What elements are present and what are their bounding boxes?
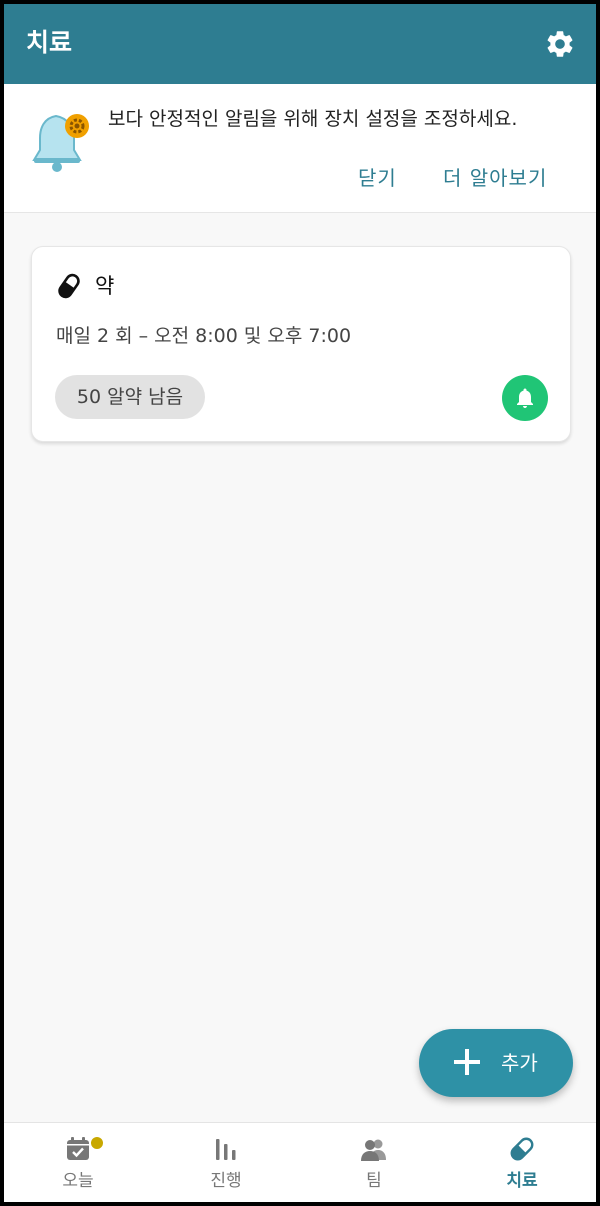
gear-icon[interactable]	[544, 28, 576, 60]
add-button-label: 추가	[501, 1051, 538, 1075]
bar-chart-icon	[216, 1139, 236, 1160]
reminder-button[interactable]	[502, 375, 548, 421]
medication-name: 약	[95, 274, 115, 298]
bottom-nav: 오늘 진행 팀 치료	[4, 1122, 596, 1202]
bell-icon	[517, 388, 533, 408]
tab-today[interactable]: 오늘	[4, 1123, 152, 1202]
tab-today-label: 오늘	[62, 1171, 94, 1191]
notification-banner: 보다 안정적인 알림을 위해 장치 설정을 조정하세요. 닫기 더 알아보기	[4, 84, 596, 213]
pill-icon	[58, 273, 80, 299]
learn-more-button[interactable]: 더 알아보기	[443, 164, 547, 192]
plus-icon	[454, 1049, 480, 1075]
tab-treatment[interactable]: 치료	[448, 1123, 596, 1202]
medication-card[interactable]: 약 매일 2 회 – 오전 8:00 및 오후 7:00 50 알약 남음	[31, 246, 571, 442]
tab-team[interactable]: 팀	[300, 1123, 448, 1202]
tab-progress-label: 진행	[210, 1171, 242, 1191]
app-bar: 치료	[4, 4, 596, 84]
tab-treatment-label: 치료	[506, 1171, 538, 1191]
bell-settings-icon	[32, 114, 89, 172]
add-button[interactable]: 추가	[419, 1029, 573, 1097]
page-title: 치료	[26, 28, 73, 57]
calendar-check-icon	[67, 1137, 89, 1160]
app-frame: 치료 보다 안정적인 알림을 위해 장치 설정을 조정하세요. 닫기 더 알아보…	[0, 0, 600, 1206]
close-button[interactable]: 닫기	[358, 164, 397, 192]
medication-schedule: 매일 2 회 – 오전 8:00 및 오후 7:00	[56, 325, 352, 347]
banner-message: 보다 안정적인 알림을 위해 장치 설정을 조정하세요.	[108, 108, 518, 130]
pill-icon	[510, 1137, 534, 1161]
tab-team-label: 팀	[366, 1171, 382, 1191]
people-icon	[361, 1139, 386, 1161]
pills-remaining-badge: 50 알약 남음	[55, 375, 205, 419]
notification-dot	[89, 1135, 105, 1151]
tab-progress[interactable]: 진행	[152, 1123, 300, 1202]
